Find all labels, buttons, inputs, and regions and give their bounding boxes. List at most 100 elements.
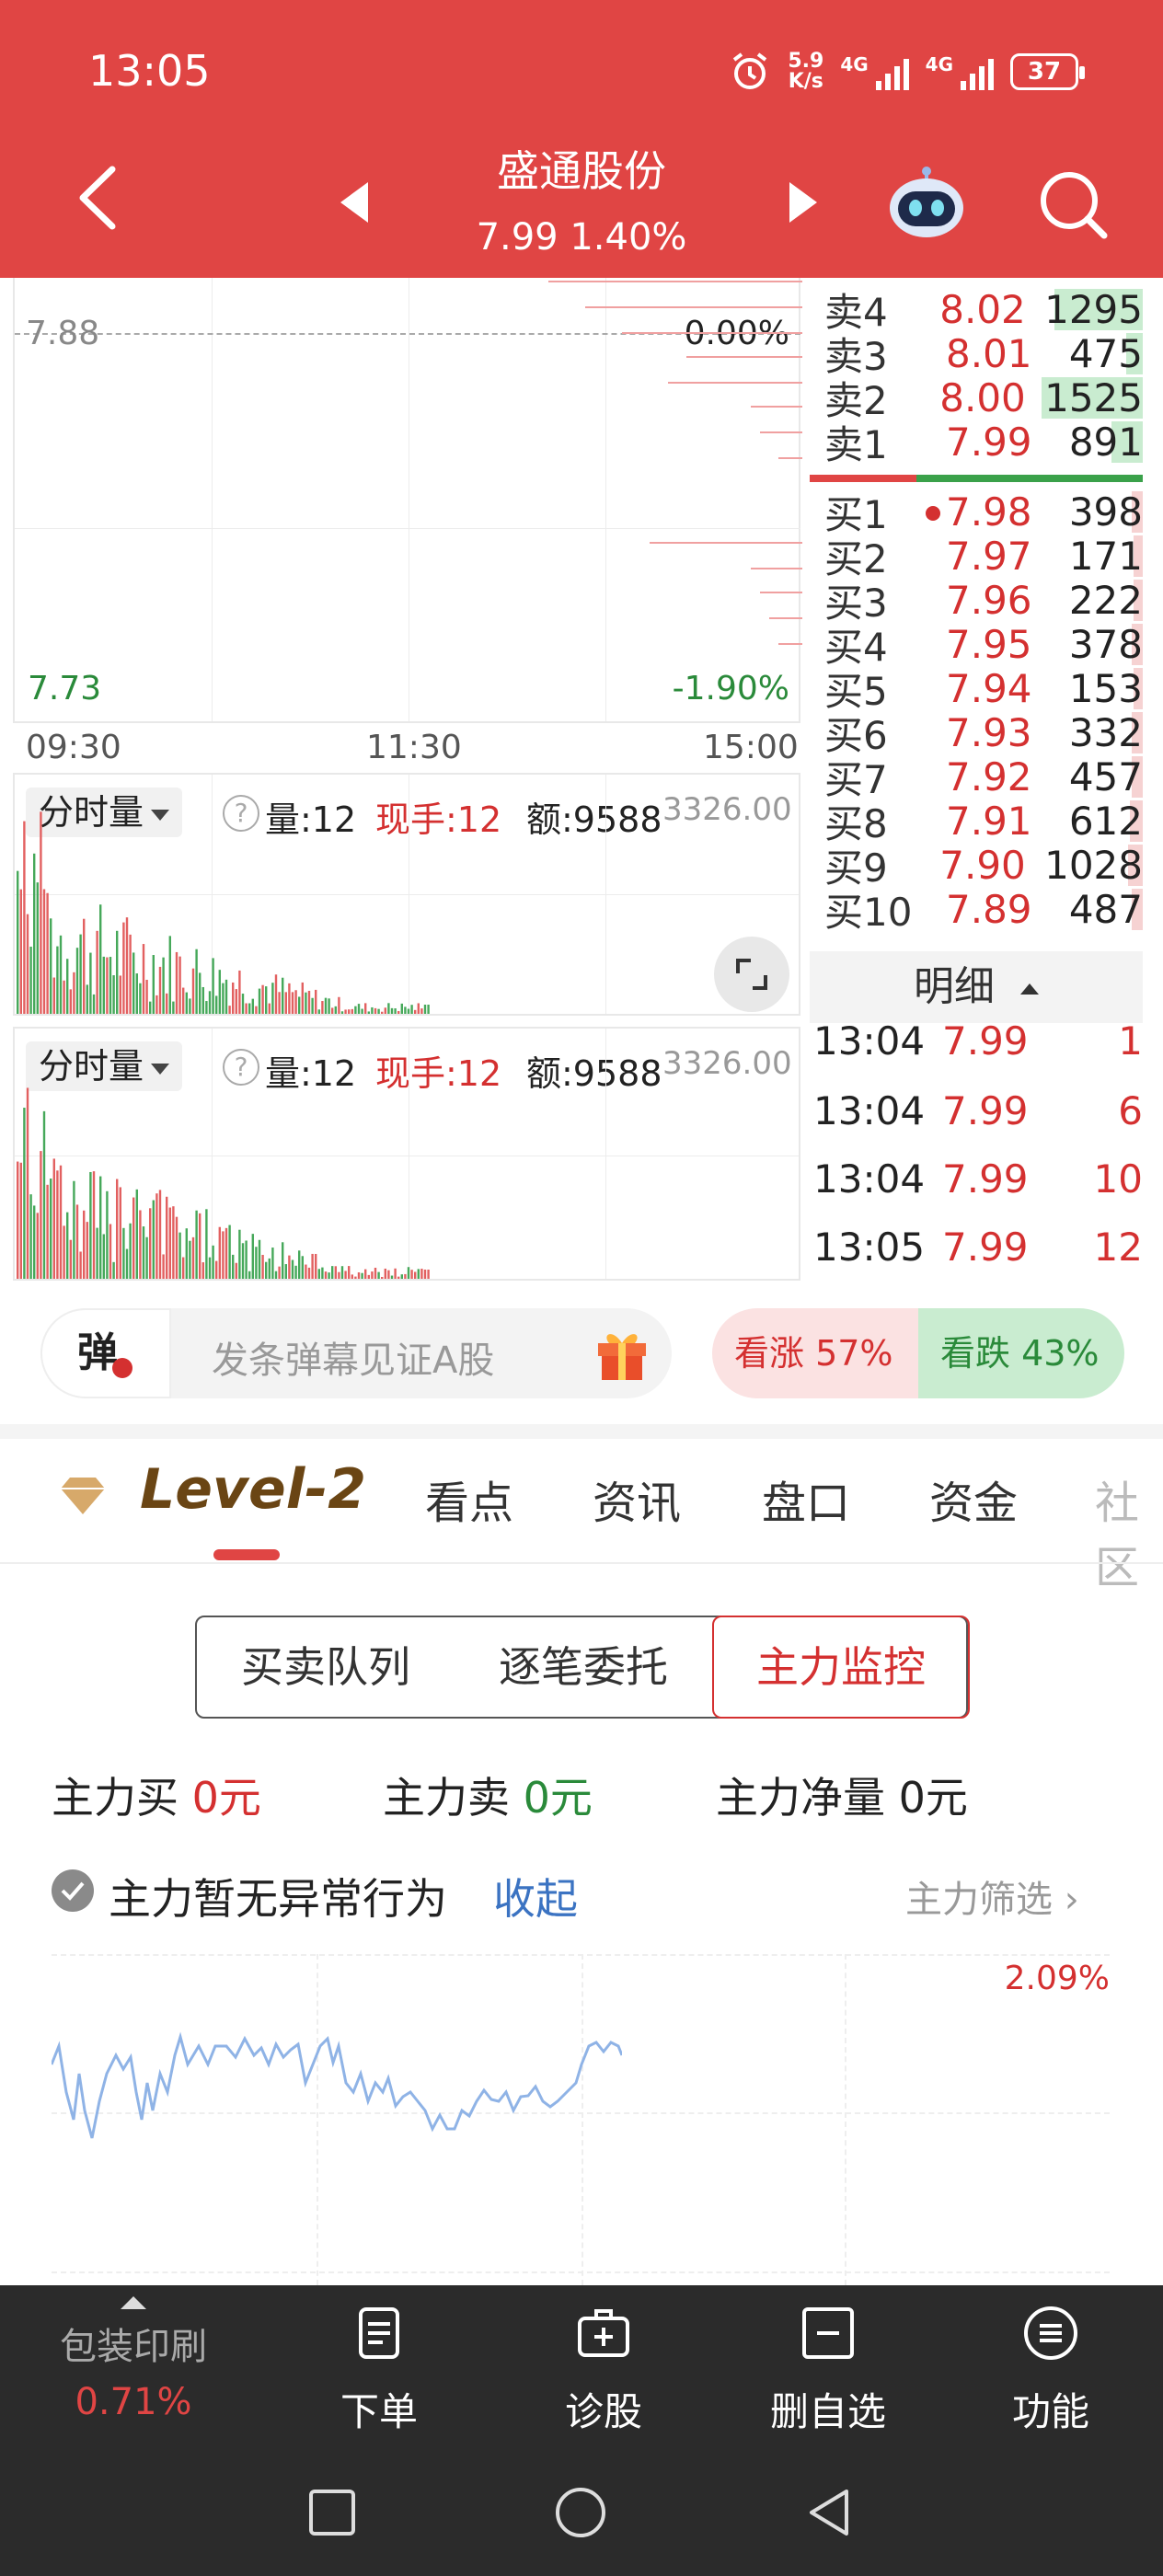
search-icon[interactable] (1034, 166, 1111, 243)
volume-bar (228, 1225, 231, 1279)
volume-bar (145, 979, 148, 1014)
next-stock-icon[interactable] (789, 182, 817, 223)
volume-bar (282, 977, 284, 1014)
nav-functions-button[interactable]: 功能 (959, 2304, 1143, 2437)
main-force-filter-link[interactable]: 主力筛选 › (905, 1869, 1079, 1923)
volume-bar (29, 1194, 32, 1279)
segment-tick-orders[interactable]: 逐笔委托 (455, 1617, 712, 1717)
menu-circle-icon (1024, 2306, 1077, 2360)
volume-bar (92, 994, 96, 1014)
volume-bar (79, 1251, 82, 1279)
nav-diagnose-button[interactable]: 诊股 (512, 2304, 696, 2437)
volume-bar (33, 1205, 36, 1279)
volume-bar (307, 990, 311, 1014)
volume-bar (258, 1239, 261, 1279)
tab-fund-flow[interactable]: 资金 (929, 1466, 1018, 1531)
time-label-mid: 11:30 (366, 729, 462, 766)
volume-bar (278, 992, 281, 1014)
robot-assistant-icon[interactable] (885, 164, 968, 243)
volume-bar (417, 1003, 420, 1014)
volume-bar (265, 986, 268, 1014)
volume-bar (248, 1271, 251, 1279)
sector-info[interactable]: 包装印刷 0.71% (18, 2296, 248, 2423)
volume-bar (212, 1245, 214, 1279)
volume-bar (427, 1005, 430, 1014)
tab-news[interactable]: 资讯 (593, 1466, 681, 1531)
volume-bar (182, 1257, 185, 1279)
volume-bar (106, 957, 109, 1014)
volume-bar (407, 1267, 410, 1279)
gift-icon[interactable] (594, 1325, 650, 1382)
volume-bar (42, 889, 46, 1014)
battery-icon: 37 (1010, 53, 1085, 90)
check-badge-icon (112, 1358, 132, 1378)
volume-bar (348, 1009, 351, 1014)
volume-bar (122, 922, 125, 1014)
tab-market-depth[interactable]: 盘口 (762, 1466, 850, 1531)
volume-bar (23, 821, 26, 1014)
main-force-sell: 主力卖 0元 (383, 1773, 593, 1823)
expand-chart-button[interactable] (714, 937, 789, 1012)
volume-bar (232, 1254, 235, 1279)
volume-bar (218, 1226, 221, 1279)
home-icon[interactable] (554, 2486, 607, 2539)
volume-bar (202, 986, 204, 1014)
volume-bar (397, 1276, 400, 1279)
tab-community[interactable]: 社区 (1095, 1466, 1163, 1595)
volume-bar (99, 904, 102, 1014)
volume-bar (208, 991, 212, 1014)
volume-bar (66, 959, 69, 1014)
volume-bar (166, 1196, 168, 1279)
danmaku-input[interactable]: 弹 发条弹幕见证A股 (40, 1308, 672, 1398)
volume-bar (291, 1259, 294, 1279)
volume-bar (149, 1208, 152, 1279)
volume-bars (17, 811, 430, 1014)
ask-row[interactable]: 卖1 7.99 891 (824, 420, 1143, 467)
timeshare-chart[interactable]: 7.88 0.00% 7.73 -1.90% (13, 278, 802, 723)
volume-bar (251, 1234, 254, 1279)
collapse-link[interactable]: 收起 (493, 1866, 578, 1926)
signal-icon-2: 4G (926, 53, 994, 90)
volume-bar (228, 1006, 231, 1014)
volume-bar (99, 1176, 102, 1279)
recent-apps-icon[interactable] (307, 2488, 357, 2537)
volume-bar (241, 994, 245, 1014)
bid-row[interactable]: 买10 7.89 487 (824, 887, 1143, 935)
volume-bar (116, 930, 119, 1014)
volume-bar (106, 1190, 109, 1279)
ref-price-label: 7.88 (26, 315, 100, 352)
bearish-vote-button[interactable]: 看跌 43% (918, 1308, 1124, 1398)
volume-panel-2[interactable]: 分时量 ? 量:12 现手:12 额:9588 3326.00 (13, 1027, 800, 1281)
volume-bar (36, 1213, 39, 1279)
volume-bar (387, 1003, 390, 1014)
back-icon[interactable] (802, 2486, 856, 2539)
volume-bar (298, 1250, 301, 1279)
volume-bar (83, 918, 86, 1014)
status-time: 13:05 (88, 46, 211, 96)
tab-level2[interactable]: Level-2 (140, 1457, 366, 1522)
segment-main-force-monitor[interactable]: 主力监控 (712, 1616, 970, 1719)
volume-bar (17, 870, 19, 1014)
check-circle-icon (52, 1869, 94, 1912)
volume-bar (56, 946, 59, 1014)
volume-bar (215, 1260, 218, 1279)
volume-bar (46, 1184, 49, 1279)
nav-order-button[interactable]: 下单 (287, 2304, 471, 2437)
bullish-vote-button[interactable]: 看涨 57% (712, 1308, 918, 1398)
volume-bar (36, 882, 39, 1014)
volume-bar (298, 996, 301, 1014)
volume-bar (377, 1008, 380, 1014)
danmaku-toggle-button[interactable]: 弹 (40, 1308, 171, 1398)
volume-bar (222, 983, 225, 1014)
sort-up-icon (1020, 983, 1039, 995)
volume-panel[interactable]: 分时量 ? 量:12 现手:12 额:9588 3326.00 (13, 773, 800, 1016)
nav-remove-watchlist-button[interactable]: 删自选 (736, 2304, 920, 2437)
volume-bar (423, 1270, 427, 1279)
main-force-net: 主力净量 0元 (716, 1773, 968, 1823)
volume-bar (172, 1001, 175, 1014)
volume-bar (119, 1187, 121, 1279)
segment-order-queue[interactable]: 买卖队列 (197, 1617, 455, 1717)
tab-highlights[interactable]: 看点 (425, 1466, 513, 1531)
volume-bar (248, 1003, 251, 1014)
volume-bar (66, 1212, 69, 1279)
